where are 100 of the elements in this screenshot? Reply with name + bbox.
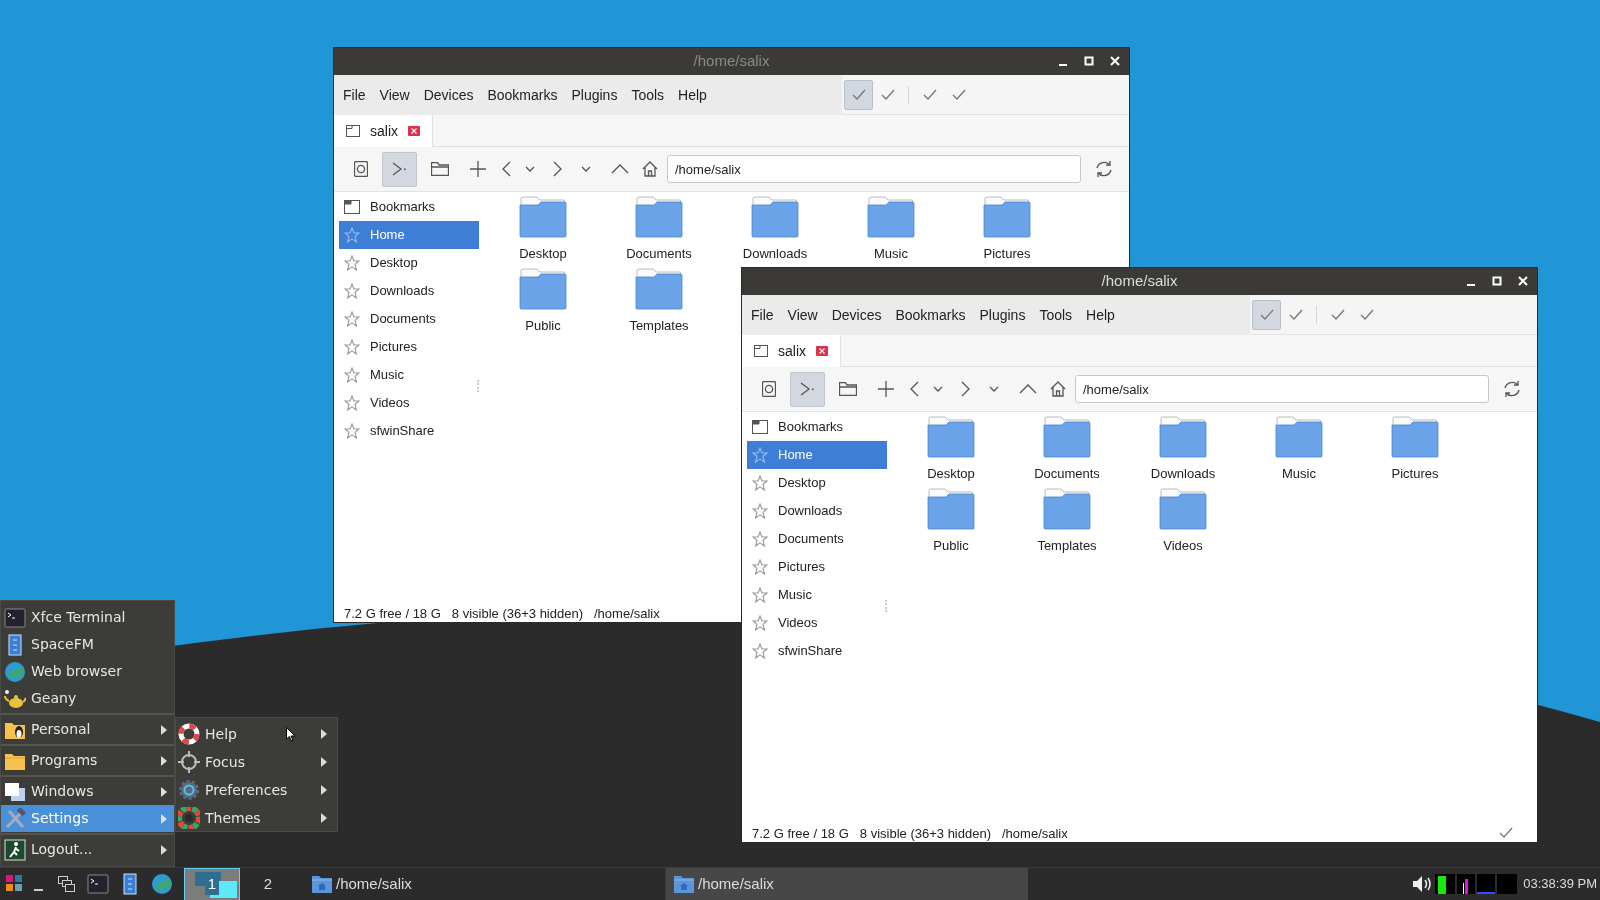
sidebar-item[interactable]: Documents: [339, 305, 479, 333]
check-icon: [951, 88, 966, 101]
workspace-button[interactable]: 1: [184, 867, 240, 900]
folder-item[interactable]: Desktop: [893, 416, 1009, 488]
location-field[interactable]: /home/salix: [1075, 375, 1489, 403]
menu-item[interactable]: Windows: [1, 778, 174, 805]
menu-item[interactable]: Personal: [1, 716, 174, 743]
menu-item[interactable]: View: [372, 84, 417, 106]
menu-item[interactable]: Xfce Terminal: [1, 604, 174, 631]
tab[interactable]: salix: [334, 115, 433, 147]
menu-item[interactable]: Bookmarks: [480, 84, 565, 106]
menu-item[interactable]: Themes: [176, 804, 337, 832]
tab-close-button[interactable]: [408, 126, 420, 136]
sidebar-item[interactable]: Music: [747, 581, 887, 609]
folder-item[interactable]: Desktop: [485, 196, 601, 268]
menu-item[interactable]: Plugins: [972, 304, 1033, 326]
menu-item[interactable]: Devices: [824, 304, 889, 326]
menu-item[interactable]: Help: [1079, 304, 1122, 326]
menu-item[interactable]: Programs: [1, 747, 174, 774]
folder-icon: [1043, 416, 1091, 458]
app-grid-icon: [6, 875, 24, 893]
menu-item[interactable]: Web browser: [1, 658, 174, 685]
menu-item[interactable]: Help: [671, 84, 714, 106]
sidebar-item[interactable]: Home: [747, 441, 887, 469]
folder-icon: [927, 488, 975, 530]
sidebar-item[interactable]: Pictures: [747, 553, 887, 581]
menu-item[interactable]: Tools: [624, 84, 672, 106]
folder-item[interactable]: Pictures: [1357, 416, 1473, 488]
menu-item-label: Windows: [31, 782, 95, 801]
folder-item[interactable]: Music: [833, 196, 949, 268]
workspace-button[interactable]: 2: [240, 867, 296, 900]
sidebar-item[interactable]: Downloads: [339, 277, 479, 305]
location-field[interactable]: /home/salix: [667, 155, 1081, 183]
folder-label: Music: [1282, 465, 1316, 483]
folder-item[interactable]: Templates: [601, 268, 717, 340]
prompt-icon: [798, 381, 817, 397]
sidebar-item[interactable]: Pictures: [339, 333, 479, 361]
menu-item[interactable]: View: [780, 304, 825, 326]
folder-item[interactable]: Pictures: [949, 196, 1065, 268]
menu-item[interactable]: Help: [176, 720, 337, 748]
sidebar-item[interactable]: Downloads: [747, 497, 887, 525]
tab-close-button[interactable]: [816, 346, 828, 356]
folder-item[interactable]: Public: [485, 268, 601, 340]
folder-item[interactable]: Documents: [1009, 416, 1125, 488]
folder-item[interactable]: Downloads: [1125, 416, 1241, 488]
task-button[interactable]: /home/salix: [666, 867, 1028, 900]
folder-label: Public: [525, 317, 561, 335]
menu-item[interactable]: Focus: [176, 748, 337, 776]
sidebar-item[interactable]: Home: [339, 221, 479, 249]
prompt-icon: [390, 161, 409, 177]
menu-item[interactable]: Tools: [1032, 304, 1080, 326]
folder-label: Desktop: [927, 465, 975, 483]
menu-item-label: Personal: [31, 720, 92, 739]
system-monitor-icon: [1435, 874, 1518, 894]
tab-label: salix: [370, 121, 398, 141]
folder-item[interactable]: Music: [1241, 416, 1357, 488]
sidebar-item[interactable]: sfwinShare: [747, 637, 887, 665]
pane-resize-handle[interactable]: [885, 600, 887, 612]
caret-icon: [321, 757, 327, 767]
terminal-button[interactable]: [790, 371, 825, 407]
tab[interactable]: salix: [742, 335, 841, 367]
plus-icon: [878, 381, 894, 397]
star-icon: [344, 423, 360, 439]
menu-item[interactable]: Plugins: [564, 84, 625, 106]
menu-item[interactable]: Bookmarks: [888, 304, 973, 326]
sidebar-item[interactable]: Documents: [747, 525, 887, 553]
folder-item[interactable]: Documents: [601, 196, 717, 268]
status-text: 8 visible (36+3 hidden): [859, 824, 991, 843]
folder-item[interactable]: Public: [893, 488, 1009, 560]
window-icon: [346, 125, 360, 137]
folder-item[interactable]: Templates: [1009, 488, 1125, 560]
sidebar-item[interactable]: Desktop: [747, 469, 887, 497]
menu-item[interactable]: File: [336, 84, 373, 106]
sidebar-item[interactable]: Desktop: [339, 249, 479, 277]
check-icon: [1288, 308, 1303, 321]
menu-item[interactable]: File: [744, 304, 781, 326]
star-icon: [752, 615, 768, 631]
terminal-button[interactable]: [382, 151, 417, 187]
folder-icon: [1043, 488, 1091, 530]
sidebar-item[interactable]: Videos: [747, 609, 887, 637]
window-icon: [754, 345, 768, 357]
menu-item[interactable]: Preferences: [176, 776, 337, 804]
home-folder-icon: [311, 874, 333, 894]
menu-item[interactable]: SpaceFM: [1, 631, 174, 658]
sidebar-item[interactable]: Videos: [339, 389, 479, 417]
view-toggle-button[interactable]: [844, 79, 873, 110]
pane-resize-handle[interactable]: [477, 380, 479, 392]
menu-item[interactable]: Geany: [1, 685, 174, 712]
view-toggle-button[interactable]: [1252, 299, 1281, 330]
folder-label: Documents: [1034, 465, 1100, 483]
folder-item[interactable]: Downloads: [717, 196, 833, 268]
up-icon: [1019, 384, 1037, 394]
sidebar-item[interactable]: sfwinShare: [339, 417, 479, 445]
folder-icon: [751, 196, 799, 238]
check-icon: [880, 88, 895, 101]
minimize-icon: [1059, 64, 1067, 66]
menu-item[interactable]: Devices: [416, 84, 481, 106]
menu-item[interactable]: Logout...: [1, 836, 174, 863]
folder-item[interactable]: Videos: [1125, 488, 1241, 560]
sidebar-item[interactable]: Music: [339, 361, 479, 389]
